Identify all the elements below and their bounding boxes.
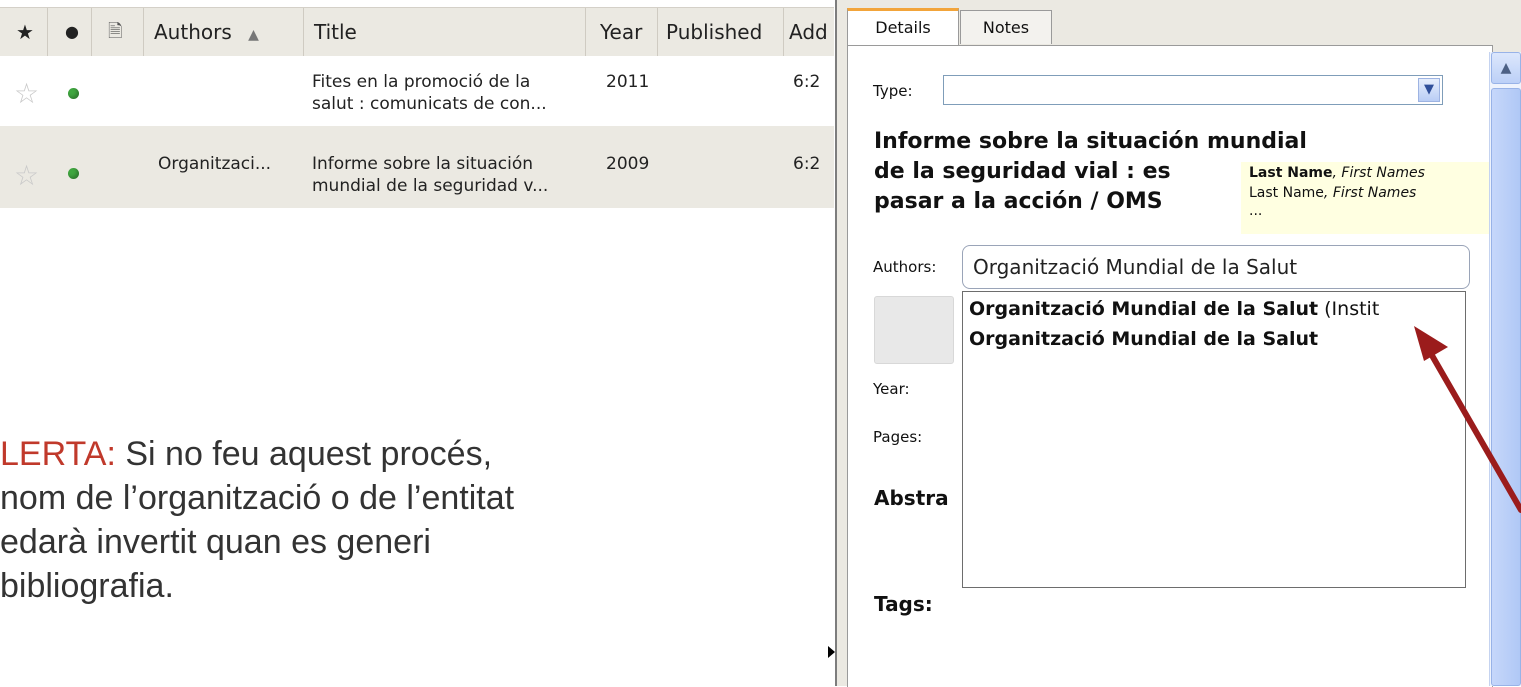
splitter-arrow-icon[interactable]: [828, 646, 835, 658]
tags-label[interactable]: Tags:: [874, 592, 933, 616]
column-header: ★ ● 🗎 Authors ▲ Title Year Published Add: [0, 7, 834, 57]
alert-line: bibliografia.: [0, 567, 174, 605]
row-title-line: Informe sobre la situación: [312, 154, 534, 174]
details-scrollbar[interactable]: ▲: [1489, 52, 1521, 686]
name-format-tooltip: Last Name, First Names Last Name, First …: [1241, 162, 1521, 234]
year-label: Year:: [873, 380, 910, 398]
row-title-line: salut : comunicats de con...: [312, 94, 547, 114]
column-year[interactable]: Year: [586, 8, 658, 56]
abstract-label[interactable]: Abstra: [874, 486, 949, 510]
column-published[interactable]: Published: [658, 8, 784, 56]
attachment-column-icon[interactable]: 🗎: [92, 8, 144, 56]
status-column-icon[interactable]: ●: [48, 8, 92, 56]
column-authors[interactable]: Authors ▲: [144, 8, 304, 56]
type-select[interactable]: ▼: [943, 75, 1443, 105]
row-year: 2009: [606, 154, 650, 174]
tab-details[interactable]: Details: [847, 8, 959, 46]
star-column-icon[interactable]: ★: [0, 8, 48, 56]
authors-input[interactable]: Organització Mundial de la Salut: [962, 245, 1470, 289]
table-row[interactable]: ☆ Organitzaci... Informe sobre la situac…: [0, 126, 834, 208]
row-title-line: mundial de la seguridad v...: [312, 176, 549, 196]
row-year: 2011: [606, 72, 650, 92]
row-title-line: Fites en la promoció de la: [312, 72, 531, 92]
authors-label: Authors:: [873, 258, 937, 276]
alert-line: LERTA: Si no feu aquest procés,: [0, 435, 493, 473]
alert-keyword: LERTA:: [0, 435, 116, 473]
column-authors-label: Authors: [154, 20, 232, 44]
tab-notes[interactable]: Notes: [960, 10, 1052, 44]
autocomplete-option[interactable]: Organització Mundial de la Salut: [969, 328, 1318, 350]
row-added: 6:2: [793, 154, 821, 174]
scrollbar-thumb[interactable]: [1491, 88, 1521, 686]
alert-line: edarà invertit quan es generi: [0, 523, 431, 561]
sort-ascending-icon: ▲: [248, 27, 259, 43]
column-added[interactable]: Add: [784, 8, 834, 56]
dropdown-arrow-icon[interactable]: ▼: [1418, 78, 1440, 102]
creator-type-button[interactable]: [874, 296, 954, 364]
item-details-pane: Details Notes Type: ▼ Informe sobre la s…: [835, 0, 1521, 687]
alert-line: nom de l’organització o de l’entitat: [0, 479, 515, 517]
status-dot-icon: [68, 168, 79, 179]
star-outline-icon[interactable]: ☆: [14, 162, 39, 190]
autocomplete-option[interactable]: Organització Mundial de la Salut (Instit: [969, 298, 1379, 320]
pages-label: Pages:: [873, 428, 923, 446]
table-row[interactable]: ☆ Fites en la promoció de la salut : com…: [0, 56, 834, 126]
author-autocomplete-list: Organització Mundial de la Salut (Instit…: [962, 291, 1466, 588]
scroll-up-arrow-icon[interactable]: ▲: [1491, 52, 1521, 84]
status-dot-icon: [68, 88, 79, 99]
type-label: Type:: [873, 82, 913, 100]
star-outline-icon[interactable]: ☆: [14, 80, 39, 108]
row-added: 6:2: [793, 72, 821, 92]
row-author: Organitzaci...: [158, 154, 272, 174]
column-title[interactable]: Title: [304, 8, 586, 56]
